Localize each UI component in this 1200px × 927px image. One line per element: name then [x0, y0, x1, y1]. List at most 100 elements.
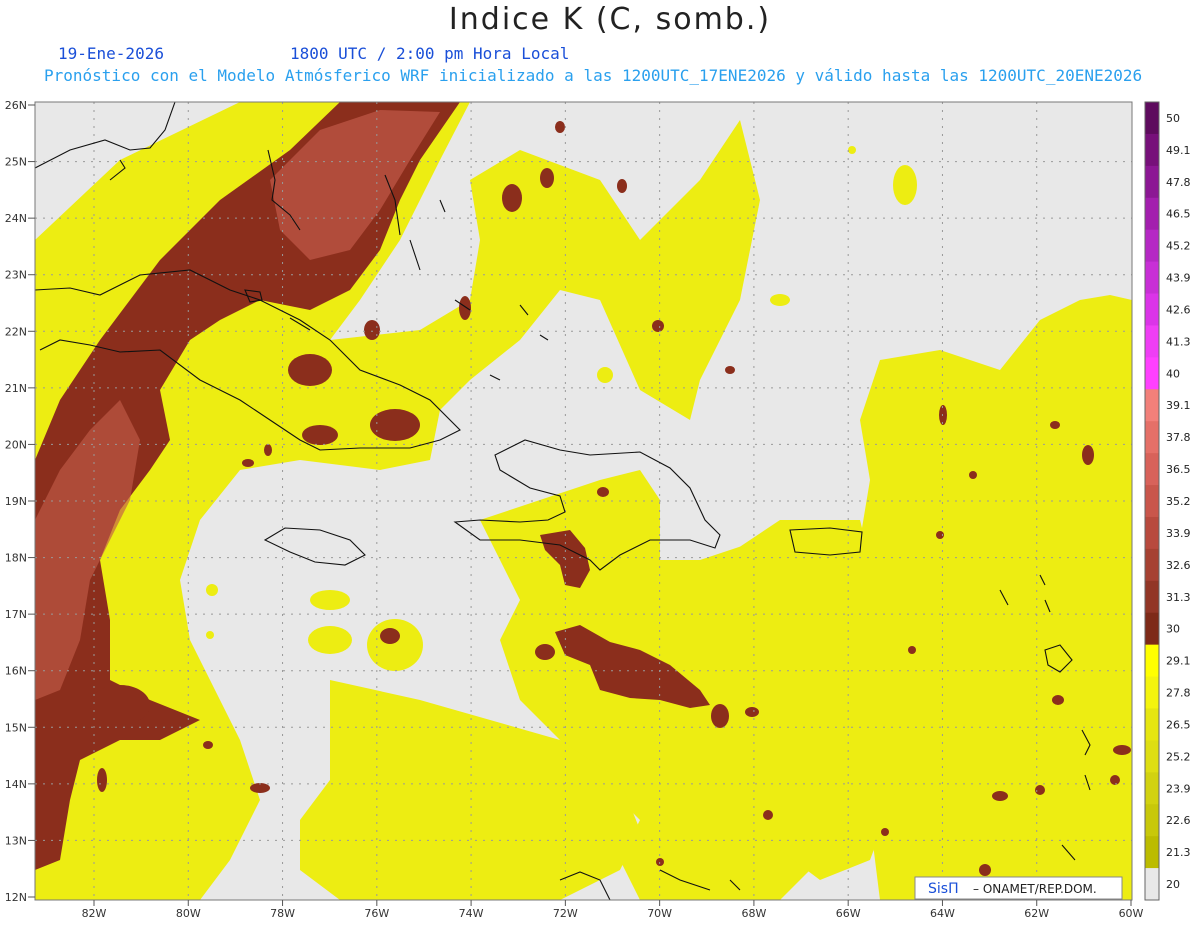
lat-label: 17N	[5, 608, 27, 621]
yellow-patch	[310, 590, 350, 610]
colorbar-swatch	[1145, 357, 1159, 390]
yellow-patch	[770, 294, 790, 306]
lat-label: 18N	[5, 552, 27, 565]
colorbar-label: 37.8	[1166, 431, 1191, 444]
colorbar-label: 26.5	[1166, 718, 1191, 731]
lat-label: 15N	[5, 721, 27, 734]
colorbar-label: 30	[1166, 623, 1180, 636]
colorbar-label: 27.8	[1166, 687, 1191, 700]
yellow-patch	[597, 367, 613, 383]
lat-label: 13N	[5, 834, 27, 847]
brown-patch	[763, 810, 773, 820]
colorbar-label: 40	[1166, 367, 1180, 380]
colorbar-swatch	[1145, 102, 1159, 135]
latitude-labels: 26N 25N 24N 23N 22N 21N 20N 19N 18N 17N 16N 15N 14N 1…	[5, 99, 35, 904]
colorbar-label: 39.1	[1166, 399, 1191, 412]
lon-label: 76W	[364, 907, 389, 920]
lon-label: 72W	[553, 907, 578, 920]
brown-patch	[597, 487, 609, 497]
colorbar-swatch	[1145, 421, 1159, 454]
brown-patch	[711, 704, 729, 728]
brown-patch	[908, 646, 916, 654]
colorbar-swatch	[1145, 804, 1159, 837]
lat-label: 20N	[5, 438, 27, 451]
brown-patch	[1050, 421, 1060, 429]
brown-patch	[555, 121, 565, 133]
lat-label: 21N	[5, 382, 27, 395]
colorbar-swatch	[1145, 197, 1159, 231]
lon-label: 78W	[270, 907, 295, 920]
brown-patch	[364, 320, 380, 340]
colorbar-label: 20	[1166, 878, 1180, 891]
colorbar-label: 45.2	[1166, 240, 1191, 253]
colorbar-label: 50	[1166, 112, 1180, 125]
yellow-patch	[893, 165, 917, 205]
brown-patch	[90, 685, 150, 725]
brown-patch	[97, 768, 107, 792]
colorbar-label: 35.2	[1166, 495, 1191, 508]
colorbar-label: 22.6	[1166, 814, 1191, 827]
brown-patch	[979, 864, 991, 876]
brown-patch	[881, 828, 889, 836]
colorbar-swatch	[1145, 389, 1159, 422]
colorbar-label: 43.9	[1166, 272, 1191, 285]
weather-map: 26N 25N 24N 23N 22N 21N 20N 19N 18N 17N 16N 15N 14N 1…	[5, 99, 1191, 920]
brown-patch	[242, 459, 254, 467]
colorbar-swatch	[1145, 644, 1159, 678]
colorbar: 50 49.1 47.8 46.5 45.2 43.9 42.6 41.3 40 39.1 37.8…	[1144, 101, 1191, 901]
colorbar-swatch	[1145, 485, 1159, 518]
lat-label: 12N	[5, 891, 27, 904]
colorbar-swatch	[1145, 836, 1159, 869]
brown-patch	[302, 425, 338, 445]
brown-patch	[203, 741, 213, 749]
yellow-patch	[308, 626, 352, 654]
yellow-patch	[206, 584, 218, 596]
brown-patch	[939, 405, 947, 425]
lat-label: 22N	[5, 325, 27, 338]
colorbar-label: 41.3	[1166, 335, 1191, 348]
lon-label: 62W	[1024, 907, 1049, 920]
colorbar-label: 32.6	[1166, 559, 1191, 572]
brown-patch	[535, 644, 555, 660]
brown-patch	[370, 409, 420, 441]
lon-label: 82W	[82, 907, 107, 920]
lon-label: 66W	[836, 907, 861, 920]
lat-label: 23N	[5, 269, 27, 282]
brown-patch	[617, 179, 627, 193]
brown-patch	[992, 791, 1008, 801]
brown-patch	[1113, 745, 1131, 755]
brown-patch	[969, 471, 977, 479]
colorbar-label: 21.3	[1166, 846, 1191, 859]
colorbar-label: 33.9	[1166, 527, 1191, 540]
lat-label: 16N	[5, 665, 27, 678]
colorbar-label: 46.5	[1166, 208, 1191, 221]
colorbar-swatch	[1145, 261, 1159, 295]
brown-patch	[288, 354, 332, 386]
credit-box: SisΠ – ONAMET/REP.DOM.	[914, 876, 1123, 900]
credit-text: – ONAMET/REP.DOM.	[973, 882, 1097, 896]
lon-label: 70W	[647, 907, 672, 920]
colorbar-swatch	[1145, 868, 1159, 901]
brown-patch	[540, 168, 554, 188]
colorbar-label: 49.1	[1166, 144, 1191, 157]
colorbar-swatch	[1145, 293, 1159, 326]
brown-patch	[725, 366, 735, 374]
colorbar-label: 31.3	[1166, 591, 1191, 604]
lat-label: 25N	[5, 156, 27, 169]
yellow-patch	[848, 146, 856, 154]
colorbar-label: 25.2	[1166, 750, 1191, 763]
lon-label: 68W	[741, 907, 766, 920]
brown-patch	[380, 628, 400, 644]
yellow-patch	[206, 631, 214, 639]
credit-logo: SisΠ	[928, 881, 959, 897]
brown-patch	[1052, 695, 1064, 705]
colorbar-swatch	[1145, 229, 1159, 263]
lat-label: 14N	[5, 778, 27, 791]
colorbar-swatch	[1145, 612, 1159, 646]
lat-label: 24N	[5, 212, 27, 225]
lon-label: 60W	[1119, 907, 1144, 920]
yellow-field-east	[850, 295, 1132, 900]
colorbar-swatch	[1145, 133, 1159, 167]
colorbar-swatch	[1145, 516, 1159, 550]
longitude-labels: 82W 80W 78W 76W 74W 72W 70W 68W 66W 64W 62W 60W	[82, 900, 1144, 920]
